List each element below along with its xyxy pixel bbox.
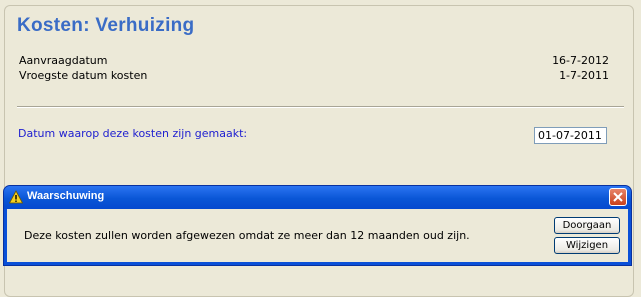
cost-date-input[interactable]: 01-07-2011: [534, 127, 607, 144]
continue-button[interactable]: Doorgaan: [554, 217, 620, 234]
warning-dialog: Waarschuwing Deze kosten zullen worden a…: [3, 185, 632, 266]
request-date-value: 16-7-2012: [552, 54, 609, 67]
edit-button[interactable]: Wijzigen: [554, 237, 620, 254]
earliest-date-label: Vroegste datum kosten: [19, 69, 148, 82]
dialog-titlebar[interactable]: Waarschuwing: [4, 186, 631, 209]
page-title: Kosten: Verhuizing: [17, 15, 195, 36]
dialog-title: Waarschuwing: [27, 190, 105, 202]
dialog-body: Deze kosten zullen worden afgewezen omda…: [7, 209, 628, 262]
close-icon: [613, 192, 623, 202]
field-row-earliest-date: Vroegste datum kosten 1-7-2011: [19, 69, 609, 85]
cost-date-label: Datum waarop deze kosten zijn gemaakt:: [18, 127, 248, 140]
dialog-message: Deze kosten zullen worden afgewezen omda…: [24, 229, 470, 242]
warning-icon: [9, 190, 23, 204]
field-row-request-date: Aanvraagdatum 16-7-2012: [19, 54, 609, 70]
earliest-date-value: 1-7-2011: [559, 69, 609, 82]
divider: [17, 106, 624, 108]
request-date-label: Aanvraagdatum: [19, 54, 108, 67]
close-button[interactable]: [609, 188, 627, 206]
